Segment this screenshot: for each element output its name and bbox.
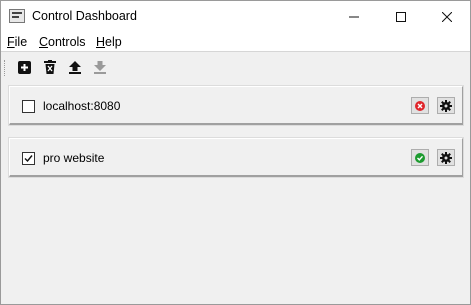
connection-row: localhost:8080 — [9, 86, 463, 125]
row-label: pro website — [43, 151, 105, 165]
gear-icon — [440, 151, 452, 164]
window-title: Control Dashboard — [32, 9, 137, 23]
app-window: Control Dashboard File Controls Help loc… — [0, 0, 471, 305]
delete-button[interactable] — [42, 59, 58, 75]
close-icon — [442, 11, 452, 22]
menu-controls[interactable]: Controls — [39, 35, 86, 49]
add-button[interactable] — [16, 59, 32, 75]
connection-row: pro website — [9, 138, 463, 177]
download-icon — [94, 60, 106, 74]
ok-status-icon — [415, 152, 425, 163]
row-label: localhost:8080 — [43, 99, 121, 113]
toolbar — [1, 53, 470, 83]
add-icon — [17, 60, 31, 74]
app-icon — [9, 9, 25, 23]
delete-icon — [44, 60, 56, 74]
toolbar-grip[interactable] — [4, 60, 7, 76]
menu-help[interactable]: Help — [96, 35, 122, 49]
error-status-icon — [415, 100, 425, 111]
minimize-button[interactable] — [331, 1, 377, 32]
download-button[interactable] — [92, 59, 108, 75]
row-checkbox[interactable] — [22, 152, 35, 165]
maximize-icon — [396, 11, 406, 22]
settings-button[interactable] — [437, 97, 455, 114]
status-button[interactable] — [411, 97, 429, 114]
menu-file[interactable]: File — [7, 35, 27, 49]
close-button[interactable] — [424, 1, 470, 32]
row-checkbox[interactable] — [22, 100, 35, 113]
title-bar[interactable]: Control Dashboard — [1, 1, 470, 32]
status-button[interactable] — [411, 149, 429, 166]
upload-button[interactable] — [67, 59, 83, 75]
upload-icon — [69, 60, 81, 74]
gear-icon — [440, 99, 452, 112]
settings-button[interactable] — [437, 149, 455, 166]
menu-bar: File Controls Help — [1, 32, 470, 52]
maximize-button[interactable] — [378, 1, 424, 32]
minimize-icon — [349, 16, 359, 17]
checkmark-icon — [24, 155, 33, 163]
